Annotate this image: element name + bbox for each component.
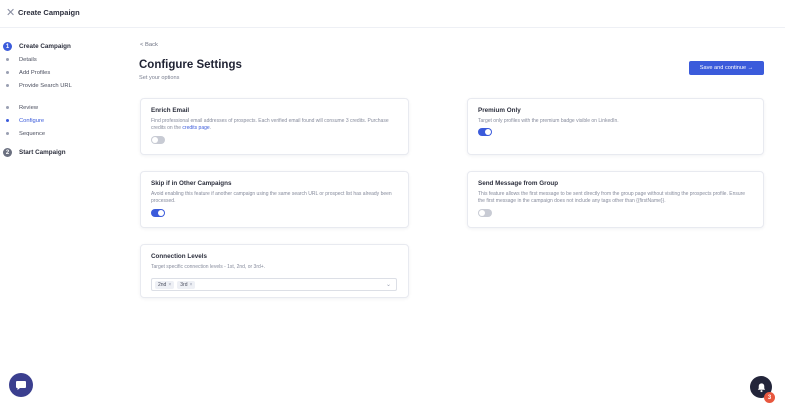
premium-only-toggle[interactable] bbox=[478, 128, 492, 136]
card-title: Connection Levels bbox=[151, 253, 207, 260]
card-description-end: . bbox=[209, 125, 212, 131]
tag-label: 2nd bbox=[158, 281, 167, 288]
toggle-knob bbox=[479, 210, 485, 216]
sidebar-item-review[interactable]: Review bbox=[6, 104, 79, 112]
back-link[interactable]: < Back bbox=[140, 42, 158, 48]
send-message-from-group-card: Send Message from Group This feature all… bbox=[467, 171, 764, 228]
enrich-email-card: Enrich Email Find professional email add… bbox=[140, 98, 409, 155]
step-start-campaign[interactable]: 2 Start Campaign bbox=[3, 148, 66, 157]
card-description: Avoid enabling this feature if another c… bbox=[151, 191, 392, 204]
selected-tag: 3rd × bbox=[177, 280, 196, 289]
remove-tag-icon[interactable]: × bbox=[190, 282, 193, 288]
step-number: 1 bbox=[3, 42, 12, 51]
card-description: Target specific connection levels - 1st,… bbox=[151, 264, 266, 270]
skip-other-campaigns-card: Skip if in Other Campaigns Avoid enablin… bbox=[140, 171, 409, 228]
chat-icon[interactable] bbox=[9, 373, 33, 397]
toggle-knob bbox=[158, 210, 164, 216]
bell-glyph bbox=[757, 382, 765, 392]
card-title: Enrich Email bbox=[151, 107, 190, 114]
chevron-down-icon[interactable]: ⌄ bbox=[386, 281, 391, 288]
credits-page-link[interactable]: credits page bbox=[182, 125, 209, 131]
connection-levels-card: Connection Levels Target specific connec… bbox=[140, 244, 409, 298]
step-number: 2 bbox=[3, 148, 12, 157]
step-label: Start Campaign bbox=[19, 149, 66, 156]
toggle-knob bbox=[152, 137, 158, 143]
step-dot-icon bbox=[6, 71, 9, 74]
window-title: Create Campaign bbox=[18, 8, 80, 17]
card-description: This feature allows the first message to… bbox=[478, 191, 746, 204]
sidebar-item-label: Details bbox=[19, 57, 37, 63]
card-description: Find professional email addresses of pro… bbox=[151, 118, 398, 132]
sidebar-item-configure[interactable]: Configure bbox=[6, 117, 79, 125]
step-dot-icon bbox=[6, 84, 9, 87]
card-title: Premium Only bbox=[478, 107, 521, 114]
card-title: Skip if in Other Campaigns bbox=[151, 180, 232, 187]
sidebar-item-label: Sequence bbox=[19, 131, 46, 137]
enrich-email-toggle[interactable] bbox=[151, 136, 165, 144]
step-dot-icon bbox=[6, 132, 9, 135]
premium-only-card: Premium Only Target only profiles with t… bbox=[467, 98, 764, 155]
step-dot-icon bbox=[6, 106, 9, 109]
sidebar-item-label: Configure bbox=[19, 118, 45, 124]
connection-levels-select[interactable]: 2nd × 3rd × ⌄ bbox=[151, 278, 397, 291]
sidebar-item-label: Add Profiles bbox=[19, 70, 51, 76]
send-message-from-group-toggle[interactable] bbox=[478, 209, 492, 217]
notification-count-badge: 3 bbox=[764, 392, 775, 403]
close-icon[interactable]: ✕ bbox=[6, 7, 15, 19]
remove-tag-icon[interactable]: × bbox=[168, 282, 171, 288]
save-and-continue-button[interactable]: Save and continue → bbox=[689, 61, 764, 75]
selected-tag: 2nd × bbox=[155, 280, 175, 289]
page-subtitle: Set your options bbox=[139, 75, 180, 81]
card-description: Target only profiles with the premium ba… bbox=[478, 118, 619, 124]
sidebar-item-add-profiles[interactable]: Add Profiles bbox=[6, 69, 79, 77]
sidebar-item-sequence[interactable]: Sequence bbox=[6, 130, 79, 138]
page-title: Configure Settings bbox=[139, 59, 242, 71]
sidebar-item-label: Provide Search URL bbox=[19, 83, 72, 89]
tag-label: 3rd bbox=[180, 281, 188, 288]
step-label: Create Campaign bbox=[19, 43, 71, 50]
sidebar-item-details[interactable]: Details bbox=[6, 56, 79, 64]
chat-bubble-glyph bbox=[16, 381, 26, 390]
skip-other-campaigns-toggle[interactable] bbox=[151, 209, 165, 217]
step-dot-icon bbox=[6, 119, 9, 122]
step-create-campaign[interactable]: 1 Create Campaign bbox=[3, 42, 71, 51]
card-title: Send Message from Group bbox=[478, 180, 559, 187]
toggle-knob bbox=[485, 129, 491, 135]
step-dot-icon bbox=[6, 58, 9, 61]
top-bar: ✕ Create Campaign bbox=[0, 0, 785, 28]
sidebar-item-label: Review bbox=[19, 105, 39, 111]
sidebar-item-provide-search-url[interactable]: Provide Search URL bbox=[6, 82, 74, 90]
